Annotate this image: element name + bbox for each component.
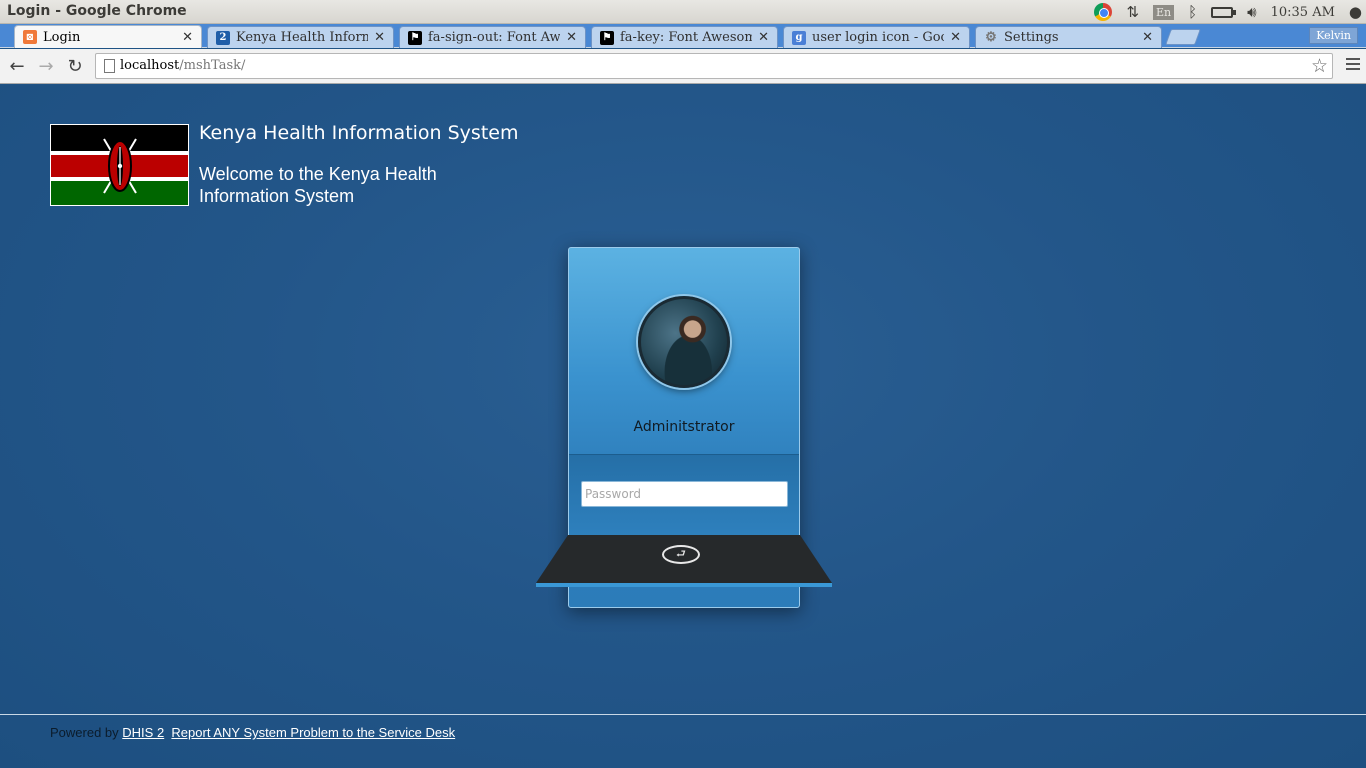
xampp-icon: ⊠ xyxy=(23,30,37,44)
user-avatar xyxy=(638,296,730,388)
tab-google-search[interactable]: g user login icon - Google ✕ xyxy=(783,26,970,48)
chrome-indicator-icon[interactable] xyxy=(1094,3,1113,21)
powered-by-text: Powered by xyxy=(50,725,119,740)
back-arrow-icon[interactable]: ← xyxy=(6,56,28,78)
flag-icon: ⚑ xyxy=(600,30,614,45)
system-tray: ⇅ En ᛒ 🔊︎ 10:35 AM ● xyxy=(1094,0,1366,24)
url-path: /mshTask/ xyxy=(179,58,246,73)
bluetooth-icon[interactable]: ᛒ xyxy=(1188,0,1197,24)
clock[interactable]: 10:35 AM xyxy=(1271,5,1335,20)
close-icon[interactable]: ✕ xyxy=(1142,30,1153,45)
sign-in-icon: ⮐ xyxy=(676,548,686,560)
tab-label: Kenya Health Informatic xyxy=(236,30,369,45)
kenya-flag-logo xyxy=(50,124,189,206)
window-title: Login - Google Chrome xyxy=(7,3,187,19)
tab-label: fa-sign-out: Font Awesom xyxy=(428,30,561,45)
tab-label: Login xyxy=(43,29,81,45)
tab-label: user login icon - Google xyxy=(812,30,944,45)
browser-toolbar: ← → ↻ localhost/mshTask/ ☆ xyxy=(0,49,1366,84)
tab-strip: ⊠ Login ✕ 2 Kenya Health Informatic ✕ ⚑ … xyxy=(0,24,1366,48)
close-icon[interactable]: ✕ xyxy=(374,30,385,45)
tab-fa-key[interactable]: ⚑ fa-key: Font Awesome Ic ✕ xyxy=(591,26,778,48)
menu-icon[interactable] xyxy=(1346,58,1360,73)
dhis2-icon: 2 xyxy=(216,30,230,45)
address-bar[interactable]: localhost/mshTask/ ☆ xyxy=(95,53,1333,79)
reload-icon[interactable]: ↻ xyxy=(64,56,86,78)
close-icon[interactable]: ✕ xyxy=(758,30,769,45)
os-title-bar: Login - Google Chrome ⇅ En ᛒ 🔊︎ 10:35 AM… xyxy=(0,0,1366,24)
google-icon: g xyxy=(792,30,806,45)
gear-icon: ⚙ xyxy=(985,30,997,45)
tab-login[interactable]: ⊠ Login ✕ xyxy=(14,25,202,48)
url-host: localhost xyxy=(120,58,180,73)
page-icon xyxy=(104,59,115,73)
tab-fa-sign-out[interactable]: ⚑ fa-sign-out: Font Awesom ✕ xyxy=(399,26,586,48)
footer: Powered by DHIS 2 Report ANY System Prob… xyxy=(50,725,455,740)
password-input[interactable] xyxy=(581,481,788,507)
report-problem-link[interactable]: Report ANY System Problem to the Service… xyxy=(171,725,455,740)
password-section xyxy=(569,454,799,536)
volume-icon[interactable]: 🔊︎ xyxy=(1247,0,1256,24)
tab-settings[interactable]: ⚙ Settings ✕ xyxy=(975,26,1162,48)
network-icon[interactable]: ⇅ xyxy=(1126,0,1139,24)
keyboard-layout-indicator[interactable]: En xyxy=(1153,4,1175,20)
site-title: Kenya Health Information System xyxy=(199,122,519,144)
close-icon[interactable]: ✕ xyxy=(950,30,961,45)
apple-menu-icon[interactable]: ● xyxy=(1349,0,1362,24)
welcome-text: Welcome to the Kenya Health Information … xyxy=(199,164,437,206)
flag-icon: ⚑ xyxy=(408,30,422,45)
tab-kenya-health[interactable]: 2 Kenya Health Informatic ✕ xyxy=(207,26,394,48)
dhis2-link[interactable]: DHIS 2 xyxy=(122,725,164,740)
tab-label: fa-key: Font Awesome Ic xyxy=(620,30,753,45)
footer-divider xyxy=(0,714,1366,715)
profile-button[interactable]: Kelvin xyxy=(1309,27,1358,44)
bookmark-star-icon[interactable]: ☆ xyxy=(1311,55,1328,77)
tab-label: Settings xyxy=(1004,30,1059,45)
url-text[interactable]: localhost/mshTask/ xyxy=(120,58,245,73)
close-icon[interactable]: ✕ xyxy=(182,30,193,45)
sign-in-button[interactable]: ⮐ xyxy=(662,545,700,564)
forward-arrow-icon[interactable]: → xyxy=(35,56,57,78)
username-label: Adminitstrator xyxy=(633,419,735,435)
new-tab-button[interactable] xyxy=(1165,29,1201,45)
battery-icon[interactable] xyxy=(1211,6,1237,18)
close-icon[interactable]: ✕ xyxy=(566,30,577,45)
login-page: Kenya Health Information System Welcome … xyxy=(0,85,1366,768)
